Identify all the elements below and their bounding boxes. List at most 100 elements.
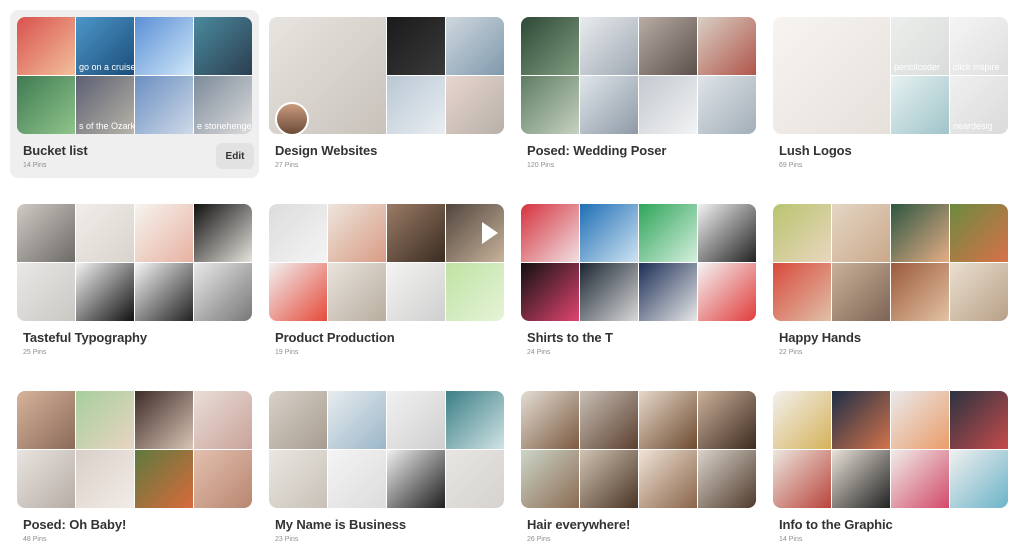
board-cover-image	[76, 263, 134, 321]
board-pin-count: 27 Pins	[275, 162, 299, 169]
board-title[interactable]: Lush Logos	[779, 143, 852, 158]
board-cover-image	[950, 391, 1008, 449]
board-cover-image	[521, 391, 579, 449]
board-card[interactable]: Hair everywhere! 26 Pins	[514, 384, 763, 552]
board-card[interactable]: My Name is Business 23 Pins	[262, 384, 511, 552]
board-cover-image	[269, 204, 327, 262]
board-cover-image	[387, 450, 445, 508]
board-pin-count: 48 Pins	[23, 536, 47, 543]
board-cover-mosaic[interactable]: go on a cruise s of the Ozark e stonehenge	[17, 17, 252, 134]
board-cover-image	[135, 17, 193, 75]
board-cover-image	[580, 263, 638, 321]
board-pin-count: 19 Pins	[275, 349, 299, 356]
board-card[interactable]: Product Production 19 Pins	[262, 197, 511, 365]
board-cover-image	[832, 391, 890, 449]
board-cover-image	[446, 76, 504, 134]
board-pin-count: 14 Pins	[23, 162, 47, 169]
board-card[interactable]: Shirts to the T 24 Pins	[514, 197, 763, 365]
board-cover-image	[580, 391, 638, 449]
board-cover-mosaic[interactable]	[773, 204, 1008, 321]
board-cover-image	[891, 204, 949, 262]
board-cover-image	[832, 204, 890, 262]
board-cover-image	[446, 263, 504, 321]
board-title[interactable]: Shirts to the T	[527, 330, 613, 345]
board-cover-mosaic[interactable]	[521, 17, 756, 134]
board-cover-image	[891, 450, 949, 508]
board-cover-mosaic[interactable]	[269, 17, 504, 134]
board-cover-image	[17, 391, 75, 449]
board-cover-image	[521, 204, 579, 262]
board-cover-image	[773, 450, 831, 508]
board-cover-image	[446, 204, 504, 262]
board-cover-mosaic[interactable]: pencilcoder click inspire neardesig	[773, 17, 1008, 134]
board-cover-image: go on a cruise	[76, 17, 134, 75]
board-cover-mosaic[interactable]	[773, 391, 1008, 508]
board-cover-image	[698, 17, 756, 75]
board-title[interactable]: Posed: Oh Baby!	[23, 517, 126, 532]
board-card[interactable]: pencilcoder click inspire neardesig Lush L…	[766, 10, 1015, 178]
board-cover-mosaic[interactable]	[521, 204, 756, 321]
board-cover-image	[446, 17, 504, 75]
board-cover-image	[950, 204, 1008, 262]
board-cover-image	[76, 204, 134, 262]
board-card[interactable]: Posed: Wedding Poser 120 Pins	[514, 10, 763, 178]
board-cover-image	[891, 76, 949, 134]
board-cover-image	[387, 76, 445, 134]
board-cover-mosaic[interactable]	[269, 204, 504, 321]
board-cover-image	[698, 391, 756, 449]
board-cover-image	[521, 76, 579, 134]
board-pin-count: 25 Pins	[23, 349, 47, 356]
board-card[interactable]: go on a cruise s of the Ozark e stonehenge…	[10, 10, 259, 178]
board-cover-image	[269, 391, 327, 449]
board-card[interactable]: Happy Hands 22 Pins	[766, 197, 1015, 365]
board-cover-mosaic[interactable]	[17, 204, 252, 321]
edit-board-button[interactable]: Edit	[216, 143, 254, 169]
board-title[interactable]: Tasteful Typography	[23, 330, 147, 345]
board-title[interactable]: Hair everywhere!	[527, 517, 630, 532]
board-cover-mosaic[interactable]	[17, 391, 252, 508]
board-cover-image	[194, 391, 252, 449]
board-cover-image	[194, 450, 252, 508]
board-cover-image	[891, 263, 949, 321]
board-cover-image	[194, 17, 252, 75]
board-pin-count: 69 Pins	[779, 162, 803, 169]
board-card[interactable]: Tasteful Typography 25 Pins	[10, 197, 259, 365]
board-card[interactable]: Info to the Graphic 14 Pins	[766, 384, 1015, 552]
board-cover-image	[698, 450, 756, 508]
board-cover-image	[580, 204, 638, 262]
board-cover-image	[387, 17, 445, 75]
board-cover-mosaic[interactable]	[269, 391, 504, 508]
board-cover-image	[639, 76, 697, 134]
board-title[interactable]: Bucket list	[23, 143, 88, 158]
board-cover-image	[698, 76, 756, 134]
board-cover-image	[521, 450, 579, 508]
board-title[interactable]: Product Production	[275, 330, 395, 345]
board-cover-image	[580, 76, 638, 134]
board-cover-image	[950, 450, 1008, 508]
board-title[interactable]: Info to the Graphic	[779, 517, 893, 532]
board-cover-image	[17, 450, 75, 508]
board-title[interactable]: Design Websites	[275, 143, 377, 158]
board-cover-mosaic[interactable]	[521, 391, 756, 508]
board-card[interactable]: Design Websites 27 Pins	[262, 10, 511, 178]
collaborator-avatar[interactable]	[275, 102, 309, 134]
board-cover-image	[698, 204, 756, 262]
board-title[interactable]: Posed: Wedding Poser	[527, 143, 666, 158]
board-cover-image	[328, 263, 386, 321]
board-cover-image	[521, 263, 579, 321]
board-cover-image	[269, 450, 327, 508]
board-cover-image	[194, 263, 252, 321]
board-title[interactable]: My Name is Business	[275, 517, 406, 532]
play-icon	[482, 222, 498, 244]
board-cover-image	[891, 391, 949, 449]
board-cover-image	[639, 263, 697, 321]
board-cover-image	[832, 263, 890, 321]
board-title[interactable]: Happy Hands	[779, 330, 861, 345]
board-cover-image: pencilcoder	[891, 17, 949, 75]
board-pin-count: 14 Pins	[779, 536, 803, 543]
image-caption: pencilcoder	[894, 62, 941, 72]
board-cover-image	[773, 17, 890, 134]
board-card[interactable]: Posed: Oh Baby! 48 Pins	[10, 384, 259, 552]
board-cover-image	[269, 263, 327, 321]
board-cover-image	[328, 204, 386, 262]
